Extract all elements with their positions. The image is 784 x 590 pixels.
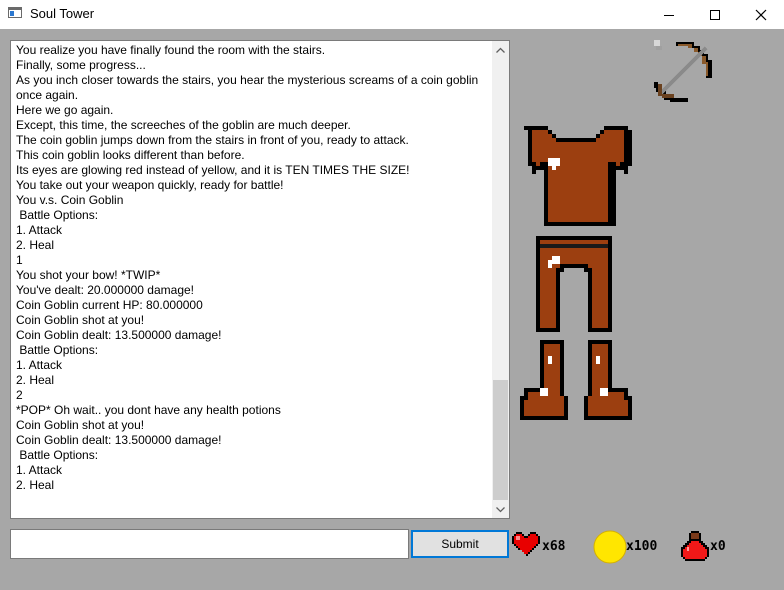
submit-button[interactable]: Submit <box>411 530 509 558</box>
log-line: You've dealt: 20.000000 damage! <box>16 283 194 297</box>
log-line: Coin Goblin current HP: 80.000000 <box>16 298 203 312</box>
scroll-up-button[interactable] <box>492 41 509 58</box>
potion-count: x0 <box>710 539 726 554</box>
chestplate-icon <box>524 126 632 226</box>
log-line: You realize you have finally found the r… <box>16 43 326 57</box>
log-line: Battle Options: <box>16 208 99 222</box>
log-line: 2. Heal <box>16 238 55 252</box>
command-input[interactable] <box>10 529 409 559</box>
log-text: You realize you have finally found the r… <box>16 43 491 493</box>
log-line: 1. Attack <box>16 463 63 477</box>
log-line: Here we go again. <box>16 103 114 117</box>
log-line: As you inch closer towards the stairs, y… <box>16 73 479 87</box>
chevron-up-icon <box>496 47 505 53</box>
log-line: You v.s. Coin Goblin <box>16 193 124 207</box>
log-line: Finally, some progress... <box>16 58 146 72</box>
coin-count: x100 <box>626 539 658 554</box>
log-line: 1. Attack <box>16 223 63 237</box>
scroll-down-button[interactable] <box>492 501 509 518</box>
log-line: Except, this time, the screeches of the … <box>16 118 351 132</box>
chevron-down-icon <box>496 506 505 512</box>
log-line: Coin Goblin dealt: 13.500000 damage! <box>16 433 222 447</box>
heart-icon <box>512 532 540 556</box>
log-line: Its eyes are glowing red instead of yell… <box>16 163 410 177</box>
output-log[interactable]: You realize you have finally found the r… <box>10 40 510 519</box>
log-line: once again. <box>16 88 79 102</box>
close-icon <box>755 9 767 20</box>
coin-icon <box>593 530 627 564</box>
log-line: 1. Attack <box>16 358 63 372</box>
close-button[interactable] <box>738 0 784 29</box>
log-line: 2. Heal <box>16 478 55 492</box>
app-icon <box>8 7 22 18</box>
window-title: Soul Tower <box>30 6 95 21</box>
log-line: 2 <box>16 388 23 402</box>
log-line: You shot your bow! *TWIP* <box>16 268 161 282</box>
maximize-button[interactable] <box>692 0 738 29</box>
log-line: 2. Heal <box>16 373 55 387</box>
log-line: *POP* Oh wait.. you dont have any health… <box>16 403 281 417</box>
boots-icon <box>520 340 632 420</box>
log-line: This coin goblin looks different than be… <box>16 148 245 162</box>
log-line: Battle Options: <box>16 343 99 357</box>
scroll-thumb[interactable] <box>493 380 508 500</box>
minimize-icon <box>664 14 674 16</box>
potion-icon <box>681 531 709 561</box>
title-bar: Soul Tower <box>0 0 784 29</box>
leggings-icon <box>536 236 612 332</box>
log-line: 1 <box>16 253 23 267</box>
log-line: Coin Goblin dealt: 13.500000 damage! <box>16 328 222 342</box>
health-count: x68 <box>542 539 566 554</box>
minimize-button[interactable] <box>646 0 692 29</box>
log-line: You take out your weapon quickly, ready … <box>16 178 284 192</box>
log-scrollbar[interactable] <box>492 41 509 518</box>
log-line: The coin goblin jumps down from the stai… <box>16 133 409 147</box>
bow-icon <box>654 40 712 102</box>
log-line: Coin Goblin shot at you! <box>16 418 145 432</box>
log-line: Battle Options: <box>16 448 99 462</box>
log-line: Coin Goblin shot at you! <box>16 313 145 327</box>
maximize-icon <box>710 9 720 20</box>
